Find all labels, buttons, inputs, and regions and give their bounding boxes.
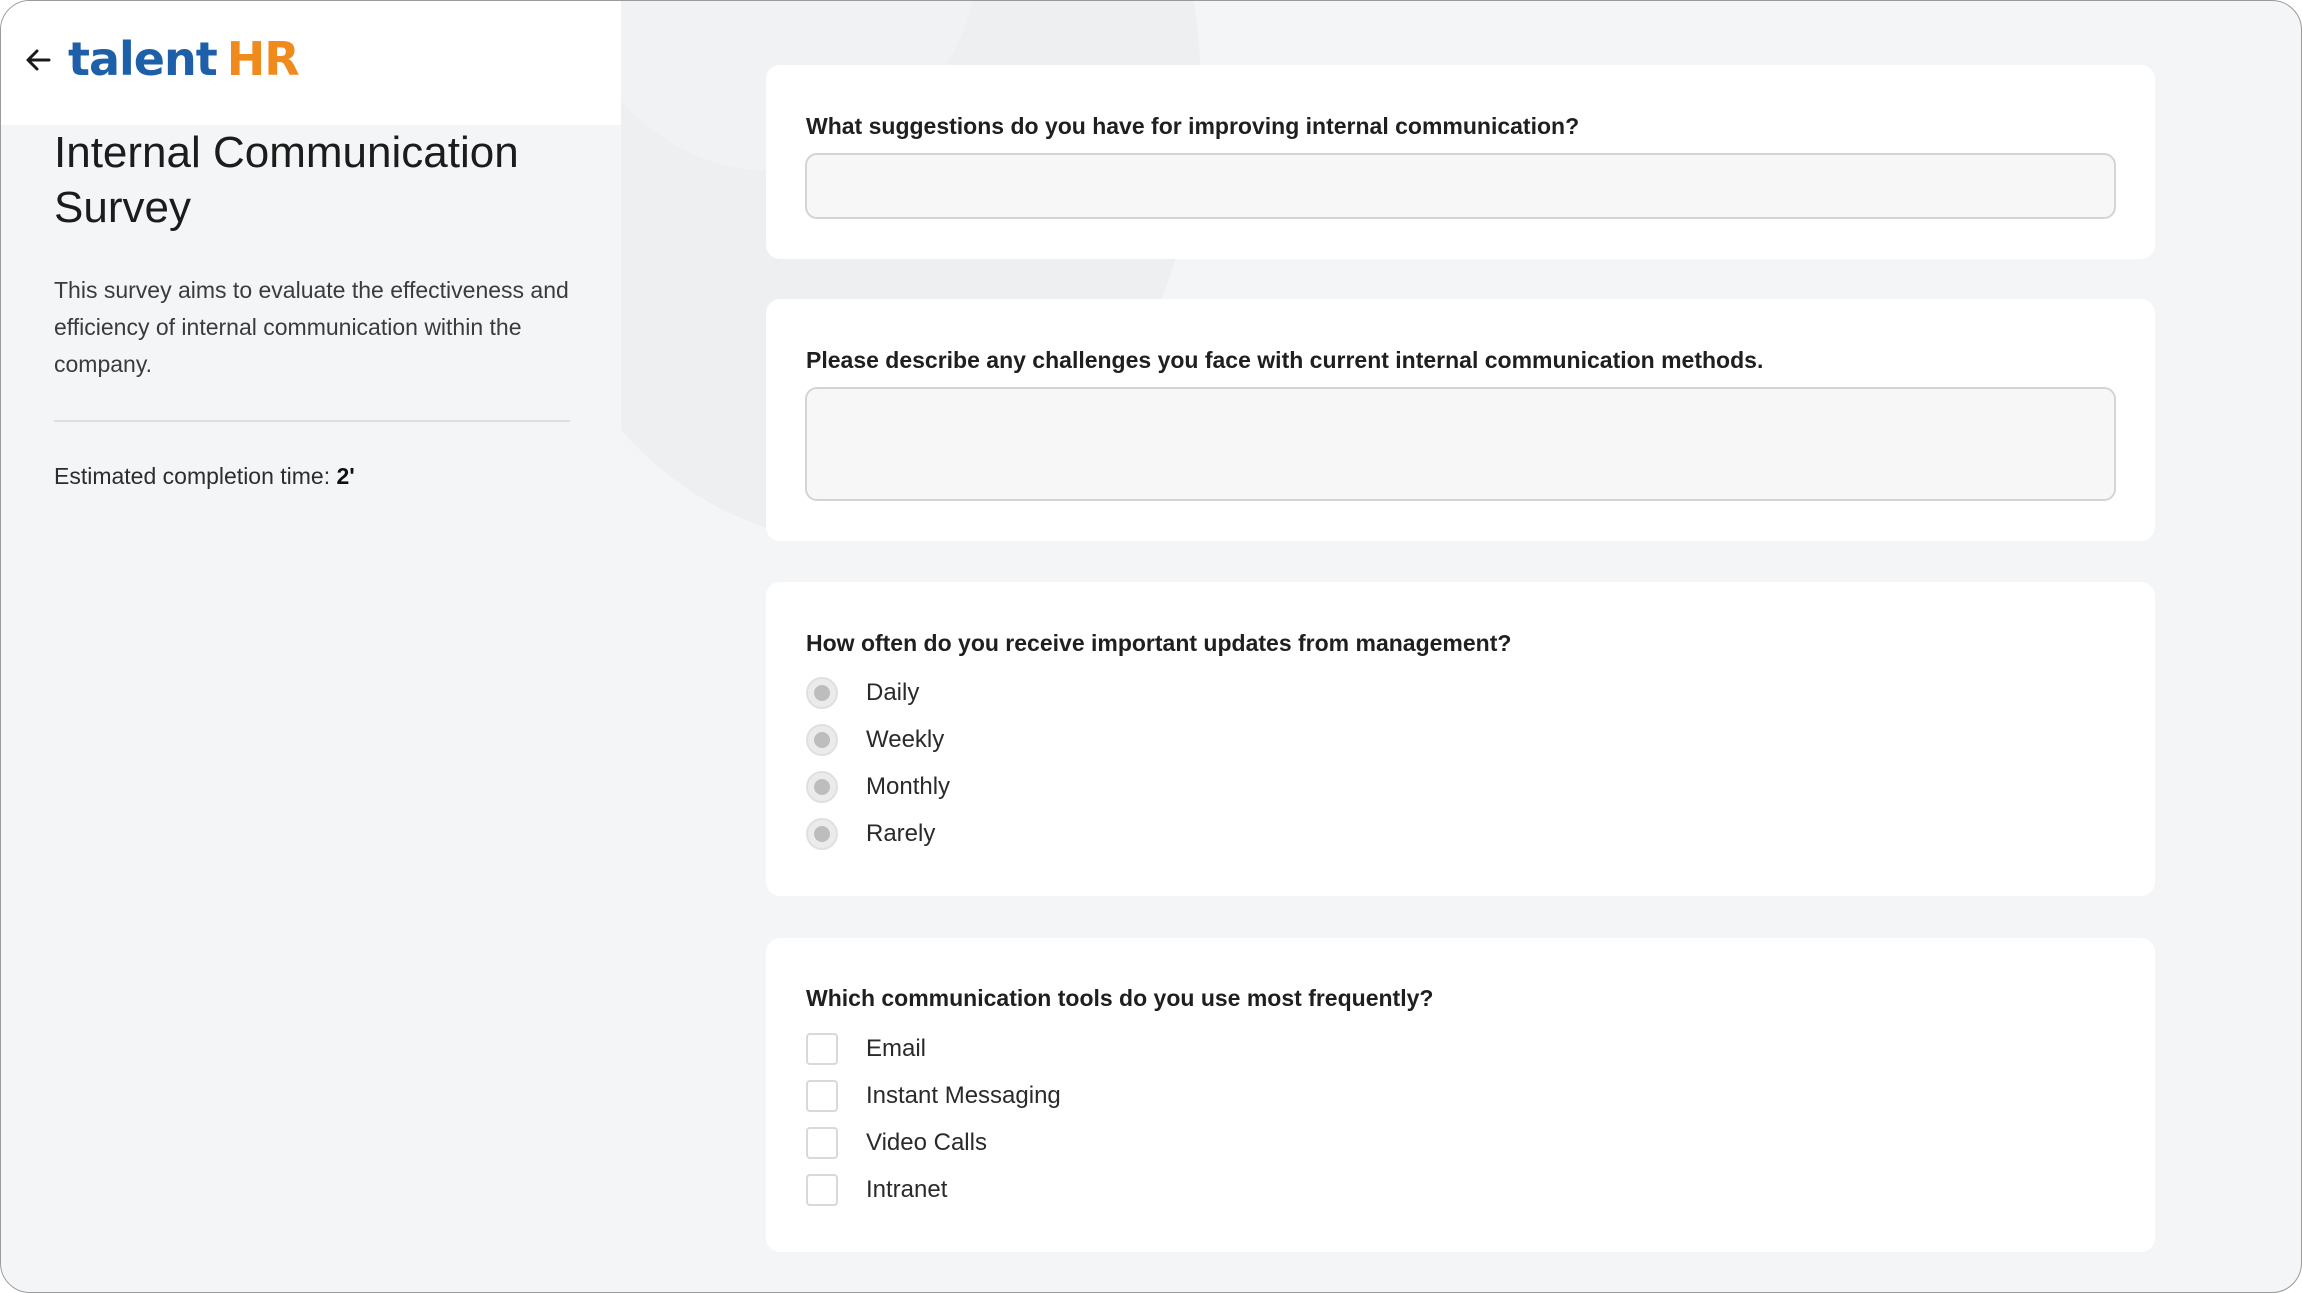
question-label: How often do you receive important updat… bbox=[806, 630, 1512, 656]
question-card-update-frequency: How often do you receive important updat… bbox=[766, 582, 2155, 896]
header-bar: talent HR bbox=[1, 1, 621, 125]
question-label: Which communication tools do you use mos… bbox=[806, 985, 1434, 1011]
back-arrow-icon[interactable] bbox=[23, 45, 53, 75]
checkbox[interactable] bbox=[806, 1174, 838, 1206]
logo-text-talent: talent bbox=[68, 32, 218, 86]
radio-button[interactable] bbox=[806, 771, 838, 803]
challenges-textarea[interactable] bbox=[805, 387, 2116, 501]
radio-button[interactable] bbox=[806, 818, 838, 850]
estimated-time: Estimated completion time: 2' bbox=[54, 463, 355, 490]
question-card-suggestions: What suggestions do you have for improvi… bbox=[766, 65, 2155, 259]
survey-description: This survey aims to evaluate the effecti… bbox=[54, 277, 569, 377]
page-title: Internal Communication Survey bbox=[54, 128, 519, 232]
checkbox-label: Email bbox=[866, 1035, 927, 1062]
radio-label: Weekly bbox=[866, 726, 945, 753]
radio-button[interactable] bbox=[806, 677, 838, 709]
radio-label: Monthly bbox=[866, 773, 951, 800]
radio-button[interactable] bbox=[806, 724, 838, 756]
checkbox[interactable] bbox=[806, 1033, 838, 1065]
talenthr-logo: talent HR bbox=[68, 29, 300, 89]
suggestions-text-input[interactable] bbox=[805, 153, 2116, 219]
survey-info-panel: talent HR Internal Communication Survey T… bbox=[1, 1, 621, 1292]
question-card-communication-tools: Which communication tools do you use mos… bbox=[766, 938, 2155, 1252]
checkbox-label: Video Calls bbox=[866, 1129, 987, 1156]
checkbox-label: Intranet bbox=[866, 1176, 948, 1203]
divider bbox=[54, 420, 570, 422]
question-card-challenges: Please describe any challenges you face … bbox=[766, 299, 2155, 541]
radio-label: Rarely bbox=[866, 820, 936, 847]
checkbox[interactable] bbox=[806, 1127, 838, 1159]
question-label: What suggestions do you have for improvi… bbox=[806, 113, 1580, 139]
checkbox-label: Instant Messaging bbox=[866, 1082, 1061, 1109]
question-label: Please describe any challenges you face … bbox=[806, 347, 1764, 373]
logo-text-hr: HR bbox=[226, 32, 300, 86]
estimated-time-label: Estimated completion time: bbox=[54, 463, 337, 489]
radio-label: Daily bbox=[866, 679, 920, 706]
checkbox[interactable] bbox=[806, 1080, 838, 1112]
estimated-time-value: 2' bbox=[336, 463, 355, 489]
app-window: talent HR Internal Communication Survey T… bbox=[0, 0, 2302, 1293]
